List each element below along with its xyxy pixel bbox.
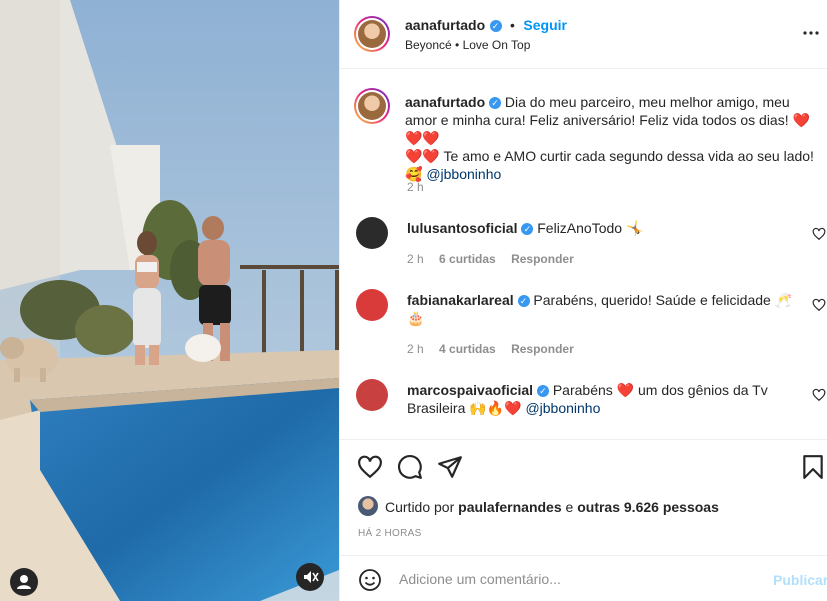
comment-mention-link[interactable]: @jbboninho [525, 400, 600, 416]
follow-button[interactable]: Seguir [523, 17, 567, 33]
comment-like-icon[interactable] [812, 388, 826, 402]
post-time-ago[interactable]: HÁ 2 HORAS [358, 528, 422, 539]
comment-input[interactable] [397, 568, 761, 590]
post-actions: Curtido por paulafernandes e outras 9.62… [340, 440, 827, 556]
verified-badge-icon: ✓ [536, 385, 549, 398]
comment-avatar[interactable] [356, 379, 388, 411]
verified-badge-icon: ✓ [489, 97, 502, 110]
header-separator: • [510, 17, 515, 33]
caption-mention-link[interactable]: @jbboninho [426, 166, 501, 182]
liker-avatar[interactable] [358, 496, 378, 516]
verified-badge-icon: ✓ [489, 19, 502, 32]
likes-others-link[interactable]: outras 9.626 pessoas [577, 499, 719, 515]
comment-body: FelizAnoTodo [537, 220, 623, 236]
likes-prefix: Curtido por [385, 499, 459, 515]
comment-like-icon[interactable] [812, 227, 826, 241]
share-icon[interactable] [437, 454, 463, 480]
comment-text: lulusantosoficial ✓ FelizAnoTodo 🤸 [407, 219, 787, 237]
comment-username[interactable]: marcospaivaoficial [407, 382, 533, 398]
comment-emoji: 🤸 [625, 220, 644, 236]
comment-likes-count[interactable]: 6 curtidas [439, 252, 496, 266]
video-frame [0, 0, 339, 601]
comment-heart: ❤️ [616, 382, 635, 398]
comment-emoji-2: 🎂 [407, 310, 425, 326]
comment-time: 2 h [407, 342, 424, 356]
comment-body: Parabéns [552, 382, 617, 398]
author-username[interactable]: aanafurtado [405, 17, 485, 33]
comment-username[interactable]: lulusantosoficial [407, 220, 517, 236]
post-header: aanafurtado ✓ • Seguir Beyoncé • Love On… [340, 0, 827, 69]
verified-badge-icon: ✓ [521, 223, 534, 236]
comment-like-icon[interactable] [812, 298, 826, 312]
caption-timestamp: 2 h [407, 180, 424, 194]
add-comment-bar: Publicar [340, 556, 827, 601]
comment-username[interactable]: fabianakarlareal [407, 292, 514, 308]
caption-author-avatar[interactable] [354, 88, 390, 124]
heart-icon[interactable] [357, 454, 383, 480]
comment-emojis: 🙌🔥❤️ [469, 400, 522, 416]
muted-speaker-icon[interactable] [296, 563, 324, 591]
comment-text: fabianakarlareal ✓ Parabéns, querido! Sa… [407, 291, 797, 327]
comment-avatar[interactable] [356, 289, 388, 321]
likes-summary: Curtido por paulafernandes e outras 9.62… [385, 499, 719, 515]
publish-button[interactable]: Publicar [773, 572, 827, 588]
user-tag-icon[interactable] [10, 568, 38, 596]
audio-track-link[interactable]: Beyoncé • Love On Top [405, 38, 530, 52]
post-details-panel: aanafurtado ✓ • Seguir Beyoncé • Love On… [339, 0, 827, 601]
comment-reply-button[interactable]: Responder [511, 342, 574, 356]
comment-reply-button[interactable]: Responder [511, 252, 574, 266]
comment-body: Parabéns, querido! Saúde e felicidade [533, 292, 771, 308]
post-video[interactable] [0, 0, 339, 601]
liker-username[interactable]: paulafernandes [458, 499, 561, 515]
caption-username[interactable]: aanafurtado [405, 94, 485, 110]
author-avatar[interactable] [354, 16, 390, 52]
bookmark-icon[interactable] [800, 454, 826, 480]
comments-section[interactable]: aanafurtado ✓ Dia do meu parceiro, meu m… [340, 69, 827, 440]
comment-emoji: 🥂 [774, 292, 793, 308]
verified-badge-icon: ✓ [517, 295, 530, 308]
caption-body-2: Te amo e AMO curtir cada segundo dessa v… [439, 148, 814, 164]
caption-hearts-2: ❤️❤️ [405, 148, 440, 164]
comment-time: 2 h [407, 252, 424, 266]
comment-text: marcospaivaoficial ✓ Parabéns ❤️ um dos … [407, 381, 797, 417]
comment-meta: 2 h 6 curtidas Responder [407, 252, 574, 266]
comment-meta: 2 h 4 curtidas Responder [407, 342, 574, 356]
likes-middle: e [561, 499, 578, 515]
comment-avatar[interactable] [356, 217, 388, 249]
more-options-icon[interactable] [803, 25, 819, 41]
comment-icon[interactable] [397, 454, 423, 480]
emoji-icon[interactable] [358, 568, 382, 592]
comment-likes-count[interactable]: 4 curtidas [439, 342, 496, 356]
caption-text: aanafurtado ✓ Dia do meu parceiro, meu m… [405, 93, 815, 183]
